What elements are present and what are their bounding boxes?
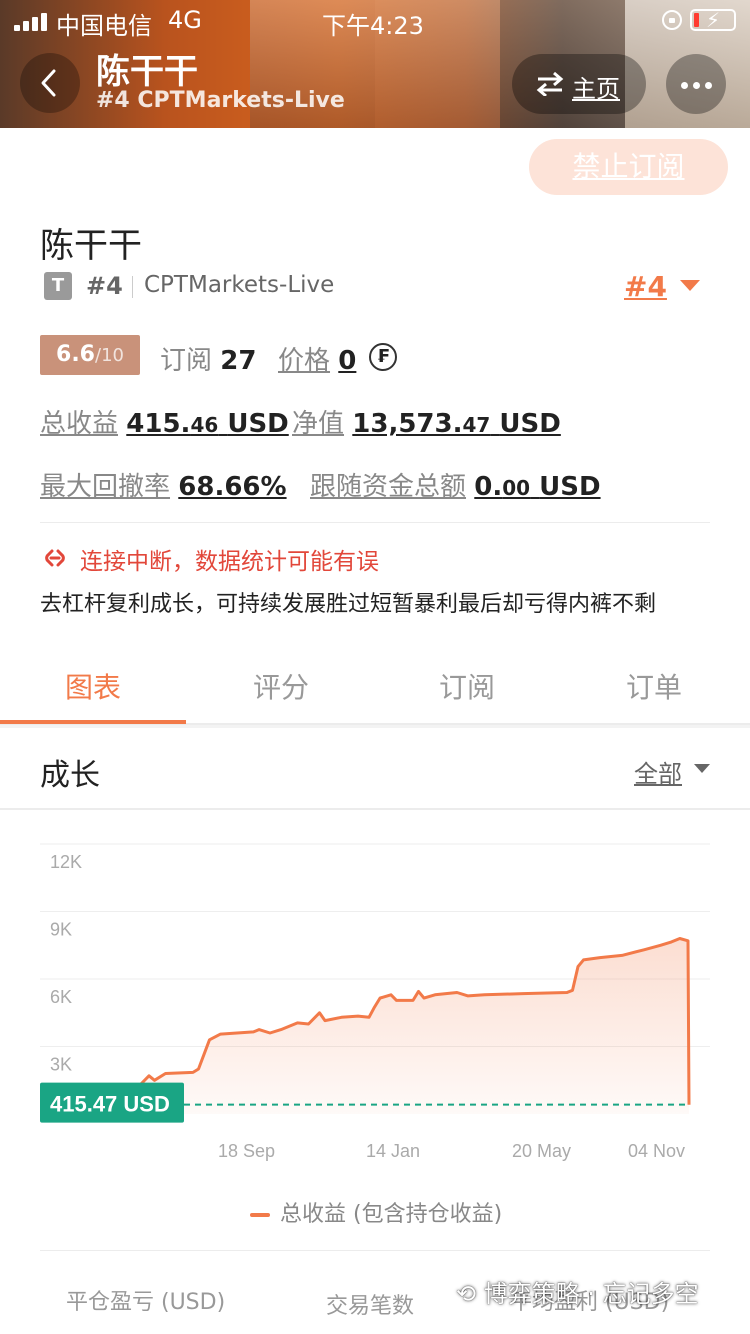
home-button-label: 主页 <box>572 75 620 103</box>
orientation-lock-icon <box>662 10 682 30</box>
watermark: ⟲ 博弈策略 · 忘记多空 <box>456 1274 699 1309</box>
follow-funds-label: 跟随资金总额 <box>310 472 467 502</box>
trader-rank: #4 <box>86 272 123 300</box>
status-bar: 中国电信 4G 下午4:23 ⚡ <box>0 0 750 40</box>
watermark-text: 博弈策略 · 忘记多空 <box>483 1280 699 1308</box>
x-tick-label: 20 May <box>512 1141 571 1161</box>
follow-funds-dec: 00 <box>502 476 531 500</box>
range-selector[interactable]: 全部 <box>634 754 682 789</box>
y-tick-label: 6K <box>50 987 72 1007</box>
chart-legend: 总收益 (包含持仓收益) <box>250 1196 502 1228</box>
carrier-name: 中国电信 <box>56 12 152 40</box>
signal-icon <box>14 13 47 31</box>
unsubscribe-button[interactable]: 禁止订阅 <box>529 139 728 195</box>
subscribers-count: 27 <box>220 346 257 376</box>
network-type: 4G <box>168 6 202 34</box>
equity-dec: 47 <box>462 413 491 437</box>
growth-area <box>138 938 689 1114</box>
home-button[interactable]: 主页 <box>512 54 646 114</box>
max-drawdown-value: 68.66% <box>178 472 287 502</box>
follow-funds-int: 0. <box>474 472 503 502</box>
divider <box>0 725 750 728</box>
follow-funds-unit: USD <box>539 472 601 502</box>
subscribers-label: 订阅 <box>160 346 213 376</box>
dot-icon <box>681 82 688 89</box>
price-stat[interactable]: 价格 0 <box>278 340 356 377</box>
trader-name: 陈干干 <box>40 226 142 266</box>
equity-int: 13,573. <box>352 409 463 439</box>
x-tick-label: 04 Nov <box>628 1141 685 1161</box>
profile-header-banner: 中国电信 4G 下午4:23 ⚡ 陈干干 #4 CPTMarkets-Live … <box>0 0 750 128</box>
rating-max: /10 <box>95 345 124 366</box>
price-value: 0 <box>338 346 357 376</box>
coin-icon: ₣ <box>369 343 397 371</box>
tab-bar: 图表 评分 订阅 订单 <box>0 650 750 725</box>
divider <box>132 276 133 298</box>
max-drawdown-label: 最大回撤率 <box>40 472 171 502</box>
header-title: 陈干干 <box>96 52 198 92</box>
account-selector[interactable]: #4 <box>624 270 667 303</box>
equity-label: 净值 <box>292 409 345 439</box>
chevron-left-icon <box>41 69 56 97</box>
account-type-badge: T <box>44 272 72 300</box>
watermark-logo-icon: ⟲ <box>456 1280 477 1308</box>
closed-pnl-label: 平仓盈亏 (USD) <box>66 1290 226 1315</box>
max-drawdown-stat[interactable]: 最大回撤率 68.66% <box>40 466 287 503</box>
tab-orders[interactable]: 订单 <box>626 666 682 706</box>
caret-down-icon[interactable] <box>694 764 710 773</box>
header-subtitle: #4 CPTMarkets-Live <box>96 88 345 113</box>
battery-icon: ⚡ <box>690 8 736 32</box>
unsubscribe-label: 禁止订阅 <box>572 150 685 183</box>
total-profit-stat[interactable]: 总收益 415.46 USD <box>40 403 289 440</box>
dot-icon <box>693 82 700 89</box>
caret-down-icon[interactable] <box>680 280 700 291</box>
follow-funds-stat[interactable]: 跟随资金总额 0.00 USD <box>310 466 601 503</box>
clock: 下午4:23 <box>322 12 424 40</box>
tab-rating[interactable]: 评分 <box>253 666 309 706</box>
rating-score: 6.6 <box>56 342 95 367</box>
growth-chart: 12K 9K 6K 3K 18 Sep 14 Jan 20 May 04 Nov 415.4… <box>40 843 710 1161</box>
strategy-description: 去杠杆复利成长，可持续发展胜过短暂暴利最后却亏得内裤不剩 <box>40 592 657 617</box>
tab-subscribe[interactable]: 订阅 <box>439 666 495 706</box>
rating-badge: 6.6/10 <box>40 335 140 375</box>
y-tick-label: 12K <box>50 852 82 872</box>
broken-link-icon <box>45 549 65 567</box>
total-profit-dec: 46 <box>190 413 219 437</box>
active-tab-indicator <box>0 720 186 724</box>
current-value-label: 415.47 USD <box>50 1092 170 1117</box>
tab-chart[interactable]: 图表 <box>65 666 121 706</box>
trades-label: 交易笔数 <box>326 1294 415 1319</box>
legend-swatch <box>250 1213 270 1217</box>
total-profit-int: 415. <box>126 409 191 439</box>
x-tick-label: 14 Jan <box>366 1141 420 1161</box>
total-profit-unit: USD <box>227 409 289 439</box>
x-tick-label: 18 Sep <box>218 1141 275 1161</box>
swap-icon <box>536 72 564 96</box>
divider <box>0 808 750 810</box>
more-options-button[interactable] <box>666 54 726 114</box>
server-name: CPTMarkets-Live <box>144 272 335 298</box>
back-button[interactable] <box>20 53 80 113</box>
subscribers-stat: 订阅 27 <box>160 340 256 377</box>
y-tick-label: 3K <box>50 1055 72 1075</box>
equity-unit: USD <box>499 409 561 439</box>
divider <box>40 1250 710 1251</box>
equity-stat[interactable]: 净值 13,573.47 USD <box>292 403 561 440</box>
legend-label: 总收益 (包含持仓收益) <box>280 1202 503 1227</box>
dot-icon <box>705 82 712 89</box>
connection-warning: 连接中断，数据统计可能有误 <box>80 549 379 575</box>
growth-section-title: 成长 <box>40 758 100 793</box>
total-profit-label: 总收益 <box>40 409 119 439</box>
price-label: 价格 <box>278 346 331 376</box>
divider <box>40 522 710 523</box>
y-tick-label: 9K <box>50 920 72 940</box>
